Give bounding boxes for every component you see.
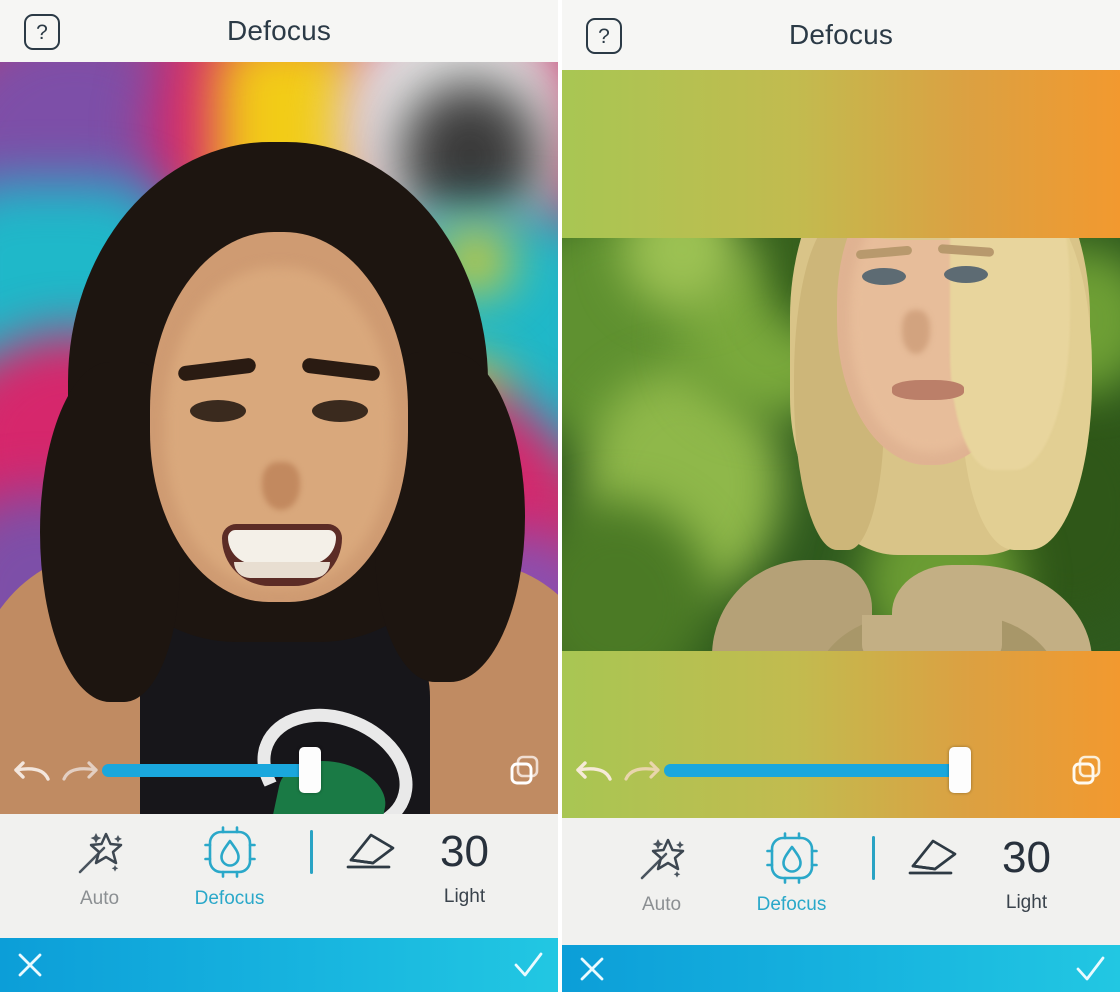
dual-screenshot-stage: ? Defocus Auto Defocus 30 Light ? Defocu… <box>0 0 1120 992</box>
tool-strip: Auto Defocus 30 Light <box>562 818 1120 945</box>
magic-wand-icon <box>635 828 689 888</box>
header-bar-right: ? Defocus <box>562 0 1120 70</box>
amount-value: 30 <box>1002 833 1051 882</box>
edit-slider-row[interactable] <box>0 740 558 800</box>
defocus-slider[interactable] <box>102 747 502 793</box>
close-x-icon <box>580 957 604 980</box>
tool-defocus-label: Defocus <box>194 888 265 909</box>
help-button[interactable]: ? <box>586 18 622 54</box>
portrait-subject <box>0 62 558 814</box>
slider-thumb[interactable] <box>299 747 321 793</box>
eraser-icon <box>340 822 398 882</box>
tool-strip: Auto Defocus 30 Light <box>0 814 558 938</box>
amount-label: Light <box>1005 892 1048 913</box>
header-bar-left: ? Defocus <box>0 0 558 62</box>
tool-auto[interactable]: Auto <box>40 822 160 910</box>
defocus-amount: 30 Light <box>973 828 1081 914</box>
tool-defocus[interactable]: Defocus <box>722 828 862 916</box>
help-button[interactable]: ? <box>24 14 60 50</box>
screen-right: ? Defocus Auto Defocus 30 Light <box>562 0 1120 992</box>
cancel-button[interactable] <box>562 945 622 992</box>
compare-layers-icon[interactable] <box>502 747 548 793</box>
page-title: Defocus <box>788 19 894 50</box>
defocus-amount: 30 Light <box>411 822 519 908</box>
defocus-droplet-icon <box>765 828 818 888</box>
edit-slider-row[interactable] <box>562 740 1120 800</box>
confirm-button[interactable] <box>1060 945 1120 992</box>
tool-auto-label: Auto <box>641 894 682 915</box>
amount-label: Light <box>443 886 486 907</box>
photo-canvas[interactable] <box>0 62 558 814</box>
undo-arrow-icon[interactable] <box>10 747 56 793</box>
action-bar <box>0 938 558 992</box>
check-icon <box>514 952 543 977</box>
tool-divider <box>871 836 875 880</box>
tool-eraser[interactable] <box>327 822 411 882</box>
action-bar <box>562 945 1120 992</box>
defocus-droplet-icon <box>203 822 256 882</box>
tool-auto[interactable]: Auto <box>602 828 722 916</box>
magic-wand-icon <box>73 822 127 882</box>
tool-defocus[interactable]: Defocus <box>160 822 300 910</box>
screen-left: ? Defocus Auto Defocus 30 Light <box>0 0 558 992</box>
undo-arrow-icon[interactable] <box>572 747 618 793</box>
confirm-button[interactable] <box>498 938 558 992</box>
eraser-icon <box>902 828 960 888</box>
check-icon <box>1076 956 1105 980</box>
tool-defocus-label: Defocus <box>756 894 827 915</box>
slider-fill <box>664 763 960 777</box>
slider-thumb[interactable] <box>949 747 971 793</box>
tool-divider <box>309 830 313 874</box>
letterbox-band-top <box>562 70 1120 238</box>
photo-canvas[interactable] <box>562 70 1120 818</box>
tool-eraser[interactable] <box>889 828 973 888</box>
redo-arrow-icon[interactable] <box>56 747 102 793</box>
amount-value: 30 <box>440 827 489 876</box>
tool-auto-label: Auto <box>79 888 120 909</box>
page-title: Defocus <box>226 15 332 46</box>
redo-arrow-icon[interactable] <box>618 747 664 793</box>
compare-layers-icon[interactable] <box>1064 747 1110 793</box>
slider-fill <box>102 763 310 777</box>
cancel-button[interactable] <box>0 938 60 992</box>
defocus-slider[interactable] <box>664 747 1064 793</box>
close-x-icon <box>18 953 42 977</box>
